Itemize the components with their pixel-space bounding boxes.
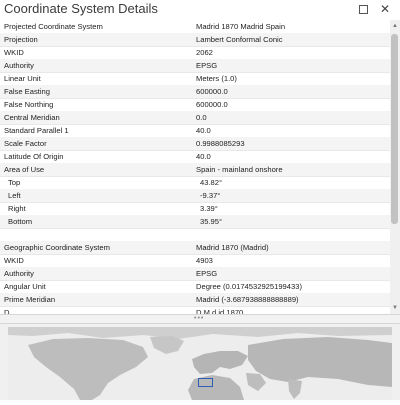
- row-label: Projected Coordinate System: [4, 22, 103, 31]
- title-bar: Coordinate System Details ✕: [0, 0, 400, 20]
- scroll-down-icon[interactable]: ▼: [390, 303, 400, 313]
- row-value: Lambert Conformal Conic: [196, 35, 283, 44]
- row-value: Spain - mainland onshore: [196, 165, 283, 174]
- table-row: Right 3.39°: [0, 202, 390, 216]
- row-value: EPSG: [196, 61, 218, 70]
- row-label: Area of Use: [4, 165, 45, 174]
- table-row: Geographic Coordinate System Madrid 1870…: [0, 241, 390, 255]
- table-row: Area of Use Spain - mainland onshore: [0, 163, 390, 177]
- close-button[interactable]: ✕: [376, 1, 394, 17]
- row-label: Projection: [4, 35, 38, 44]
- row-value: 35.95°: [200, 217, 223, 226]
- row-label: Standard Parallel 1: [4, 126, 69, 135]
- restore-button[interactable]: [354, 1, 372, 17]
- table-row: WKID 2062: [0, 46, 390, 60]
- row-label: Angular Unit: [4, 282, 46, 291]
- row-value: 0.0: [196, 113, 207, 122]
- details-table: Projected Coordinate System Madrid 1870 …: [0, 20, 390, 314]
- row-value: 43.82°: [200, 178, 223, 187]
- row-value: EPSG: [196, 269, 218, 278]
- row-value: D M d id 1870: [196, 308, 244, 314]
- row-label: Geographic Coordinate System: [4, 243, 110, 252]
- table-row: False Easting 600000.0: [0, 85, 390, 99]
- table-row: D D M d id 1870: [0, 306, 390, 314]
- row-label: WKID: [4, 48, 24, 57]
- row-label: False Easting: [4, 87, 51, 96]
- table-row: False Northing 600000.0: [0, 98, 390, 112]
- scroll-up-icon[interactable]: ▲: [390, 21, 400, 31]
- row-value: Meters (1.0): [196, 74, 237, 83]
- table-row: Prime Meridian Madrid (-3.68793888888888…: [0, 293, 390, 307]
- row-label: Authority: [4, 269, 34, 278]
- grip-icon: •••: [194, 315, 205, 322]
- table-row: WKID 4903: [0, 254, 390, 268]
- table-row: Scale Factor 0.9988085293: [0, 137, 390, 151]
- window-title: Coordinate System Details: [4, 1, 158, 16]
- row-label: Bottom: [8, 217, 33, 226]
- row-label: Central Meridian: [4, 113, 60, 122]
- row-value: Madrid 1870 Madrid Spain: [196, 22, 286, 31]
- row-value: 4903: [196, 256, 213, 265]
- row-label: Prime Meridian: [4, 295, 56, 304]
- table-row: Authority EPSG: [0, 59, 390, 73]
- table-row: Projection Lambert Conformal Conic: [0, 33, 390, 47]
- row-label: Right: [8, 204, 26, 213]
- table-row: Authority EPSG: [0, 267, 390, 281]
- table-row: Latitude Of Origin 40.0: [0, 150, 390, 164]
- table-row: Bottom 35.95°: [0, 215, 390, 229]
- row-label: Linear Unit: [4, 74, 41, 83]
- row-value: 3.39°: [200, 204, 218, 213]
- pane-splitter[interactable]: •••: [0, 314, 400, 324]
- row-label: D: [4, 308, 10, 314]
- row-value: 2062: [196, 48, 213, 57]
- row-label: Latitude Of Origin: [4, 152, 64, 161]
- world-extent-map: [8, 327, 392, 400]
- section-spacer: [0, 228, 390, 242]
- table-row: Central Meridian 0.0: [0, 111, 390, 125]
- table-row: Top 43.82°: [0, 176, 390, 190]
- row-label: Scale Factor: [4, 139, 47, 148]
- map-panel: [0, 324, 400, 400]
- row-label: Authority: [4, 61, 34, 70]
- table-row: Angular Unit Degree (0.0174532925199433): [0, 280, 390, 294]
- table-row: Linear Unit Meters (1.0): [0, 72, 390, 86]
- row-value: -9.37°: [200, 191, 221, 200]
- row-value: 600000.0: [196, 87, 228, 96]
- row-label: False Northing: [4, 100, 54, 109]
- scrollbar-thumb[interactable]: [391, 34, 398, 224]
- area-of-use-extent-box: [198, 378, 213, 387]
- row-label: Top: [8, 178, 21, 187]
- close-icon: ✕: [379, 2, 391, 16]
- row-value: Madrid (-3.687938888888889): [196, 295, 299, 304]
- row-value: 40.0: [196, 152, 211, 161]
- row-label: Left: [8, 191, 21, 200]
- row-value: Madrid 1870 (Madrid): [196, 243, 269, 252]
- world-map-graphic: [8, 327, 392, 400]
- row-value: 0.9988085293: [196, 139, 245, 148]
- restore-icon: [358, 4, 368, 14]
- row-value: Degree (0.0174532925199433): [196, 282, 302, 291]
- row-label: WKID: [4, 256, 24, 265]
- table-row: Left -9.37°: [0, 189, 390, 203]
- row-value: 600000.0: [196, 100, 228, 109]
- table-row: Standard Parallel 1 40.0: [0, 124, 390, 138]
- table-row: Projected Coordinate System Madrid 1870 …: [0, 20, 390, 34]
- row-value: 40.0: [196, 126, 211, 135]
